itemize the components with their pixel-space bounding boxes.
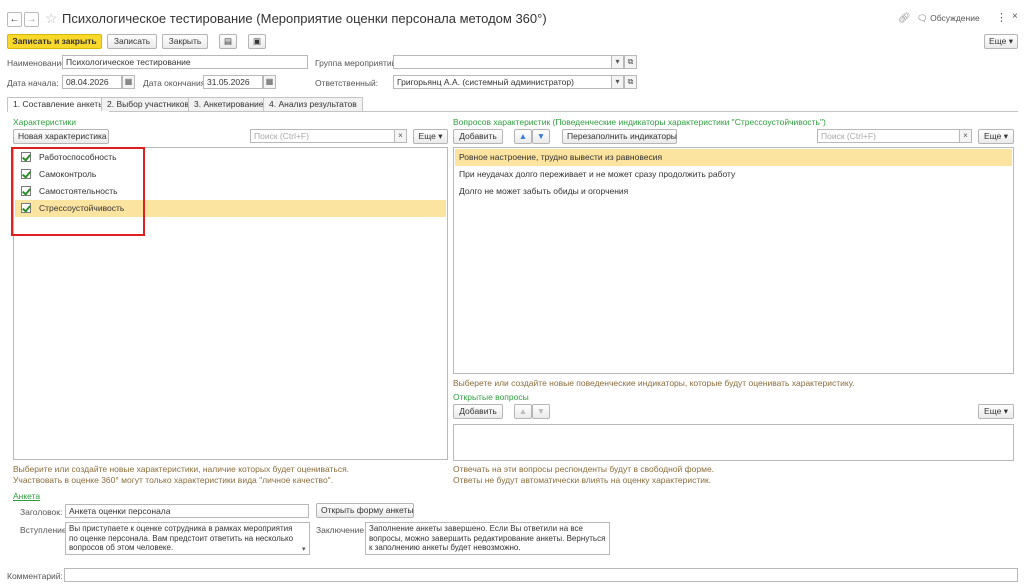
highlight-box — [11, 147, 145, 236]
list-item-label: Долго не может забыть обиды и огорчения — [459, 186, 629, 196]
new-characteristic-button[interactable]: Новая характеристика — [13, 129, 109, 144]
start-calendar-icon[interactable]: ▦ — [122, 75, 135, 89]
discussion-icon: 🗨︎ — [917, 13, 928, 23]
favorite-star-icon[interactable]: ☆ — [45, 10, 58, 27]
name-field[interactable]: Психологическое тестирование — [62, 55, 308, 69]
report-icon[interactable]: ▣ — [248, 34, 266, 49]
characteristics-search-clear-icon[interactable]: × — [394, 129, 407, 143]
open-move-down-button[interactable]: ▼ — [532, 404, 550, 419]
refill-indicators-button[interactable]: Перезаполнить индикаторы — [562, 129, 677, 144]
name-label: Наименование: — [7, 58, 69, 68]
save-and-close-button[interactable]: Записать и закрыть — [7, 34, 102, 49]
questions-title: Вопросов характеристик (Поведенческие ин… — [453, 117, 826, 127]
tab-compose-survey[interactable]: 1. Составление анкеты — [7, 97, 111, 112]
list-item-label: При неудачах долго переживает и не может… — [459, 169, 736, 179]
survey-intro-text: Вы приступаете к оценке сотрудника в рам… — [69, 524, 294, 552]
questions-hint: Выберете или создайте новые поведенчески… — [453, 378, 855, 388]
group-open-icon[interactable]: ⧉ — [624, 55, 637, 69]
questions-more-button[interactable]: Еще ▾ — [978, 129, 1014, 144]
survey-conclusion-text: Заполнение анкеты завершено. Если Вы отв… — [369, 524, 606, 552]
list-item-label: Ровное настроение, трудно вывести из рав… — [459, 152, 663, 162]
responsible-open-icon[interactable]: ⧉ — [624, 75, 637, 89]
intro-scroll-down-icon[interactable]: ▾ — [302, 545, 306, 553]
move-up-button[interactable]: ▲ — [514, 129, 532, 144]
window-title: Психологическое тестирование (Мероприяти… — [62, 11, 547, 26]
questions-add-button[interactable]: Добавить — [453, 129, 503, 144]
characteristics-search-input[interactable]: Поиск (Ctrl+F) — [250, 129, 395, 143]
comment-field[interactable] — [64, 568, 1018, 582]
document-list-icon[interactable]: ▤ — [219, 34, 237, 49]
discussion-label: Обсуждение — [930, 13, 980, 23]
questions-search-input[interactable]: Поиск (Ctrl+F) — [817, 129, 960, 143]
survey-intro-label: Вступление: — [20, 525, 69, 535]
tab-analysis[interactable]: 4. Анализ результатов — [263, 97, 363, 111]
discussion-button[interactable]: 🗨︎ Обсуждение — [917, 13, 980, 24]
survey-conclusion-textarea[interactable]: Заполнение анкеты завершено. Если Вы отв… — [365, 522, 610, 555]
responsible-field[interactable]: Григорьянц А.А. (системный администратор… — [393, 75, 612, 89]
back-button[interactable]: ← — [7, 12, 22, 27]
characteristics-hint-line2: Участвовать в оценке 360° могут только х… — [13, 475, 334, 485]
end-calendar-icon[interactable]: ▦ — [263, 75, 276, 89]
group-field[interactable] — [393, 55, 612, 69]
characteristics-title: Характеристики — [13, 117, 77, 127]
survey-header-field[interactable]: Анкета оценки персонала — [65, 504, 309, 518]
start-date-label: Дата начала: — [7, 78, 59, 88]
open-questions-hint-line1: Отвечать на эти вопросы респонденты буду… — [453, 464, 715, 474]
questions-search-clear-icon[interactable]: × — [959, 129, 972, 143]
survey-section-link[interactable]: Анкета — [13, 491, 40, 501]
questions-list[interactable]: Ровное настроение, трудно вывести из рав… — [453, 147, 1014, 374]
tabs-baseline — [7, 111, 1018, 112]
move-down-button[interactable]: ▼ — [532, 129, 550, 144]
characteristics-more-button[interactable]: Еще ▾ — [413, 129, 448, 144]
survey-intro-textarea[interactable]: Вы приступаете к оценке сотрудника в рам… — [65, 522, 310, 555]
close-button[interactable]: Закрыть — [162, 34, 208, 49]
list-item-selected[interactable]: Ровное настроение, трудно вывести из рав… — [455, 149, 1012, 166]
open-questions-hint-line2: Ответы не будут автоматически влиять на … — [453, 475, 712, 485]
save-button[interactable]: Записать — [107, 34, 157, 49]
end-date-field[interactable]: 31.05.2026 — [203, 75, 263, 89]
open-questions-add-button[interactable]: Добавить — [453, 404, 503, 419]
group-label: Группа мероприятий: — [315, 58, 399, 68]
link-icon[interactable]: 🔗︎ — [898, 13, 911, 24]
survey-conclusion-label: Заключение: — [316, 525, 367, 535]
characteristics-hint-line1: Выберите или создайте новые характеристи… — [13, 464, 350, 474]
list-item[interactable]: Долго не может забыть обиды и огорчения — [455, 183, 1012, 200]
open-questions-title: Открытые вопросы — [453, 392, 529, 402]
responsible-dropdown-icon[interactable]: ▾ — [611, 75, 624, 89]
group-dropdown-icon[interactable]: ▾ — [611, 55, 624, 69]
survey-header-label: Заголовок: — [20, 507, 63, 517]
window-menu-icon[interactable]: ⋮ — [996, 11, 1007, 24]
open-questions-list[interactable] — [453, 424, 1014, 461]
forward-button[interactable]: → — [24, 12, 39, 27]
toolbar-more-button[interactable]: Еще ▾ — [984, 34, 1018, 49]
responsible-label: Ответственный: — [315, 78, 379, 88]
comment-label: Комментарий: — [7, 571, 63, 581]
start-date-field[interactable]: 08.04.2026 — [62, 75, 122, 89]
end-date-label: Дата окончания: — [143, 78, 208, 88]
tab-surveying[interactable]: 3. Анкетирование — [188, 97, 270, 111]
open-questions-more-button[interactable]: Еще ▾ — [978, 404, 1014, 419]
tab-select-participants[interactable]: 2. Выбор участников — [101, 97, 195, 111]
open-move-up-button[interactable]: ▲ — [514, 404, 532, 419]
list-item[interactable]: При неудачах долго переживает и не может… — [455, 166, 1012, 183]
open-survey-form-button[interactable]: Открыть форму анкеты — [316, 503, 414, 518]
close-window-icon[interactable]: × — [1012, 11, 1018, 22]
